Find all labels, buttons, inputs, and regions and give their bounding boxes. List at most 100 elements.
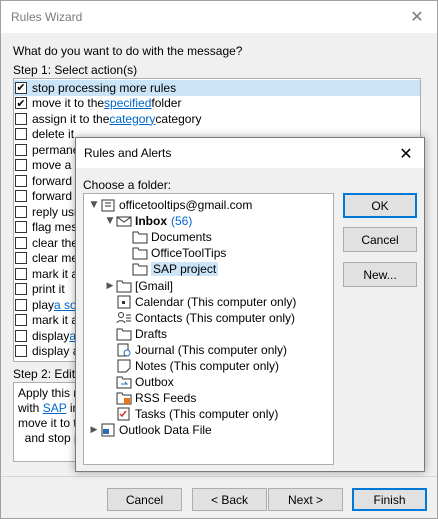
tree-node[interactable]: Contacts (This computer only) xyxy=(104,310,295,326)
rss-icon xyxy=(116,391,132,405)
tree-node-label: RSS Feeds xyxy=(135,391,197,406)
action-text: folder xyxy=(151,96,182,111)
inbox-icon xyxy=(116,214,132,228)
tree-node[interactable]: Calendar (This computer only) xyxy=(104,294,296,310)
collapsed-chevron-icon[interactable]: ▶ xyxy=(104,281,116,291)
checkbox[interactable] xyxy=(15,221,27,234)
tree-node[interactable]: SAP project xyxy=(120,261,219,277)
ok-button[interactable]: OK xyxy=(343,193,417,218)
expanded-chevron-icon[interactable]: ▼ xyxy=(104,216,116,226)
description-link[interactable]: SAP xyxy=(43,401,67,415)
description-text: with xyxy=(18,401,43,415)
tasks-icon xyxy=(116,407,132,421)
action-row[interactable]: assign it to the category category xyxy=(14,111,420,127)
finish-button[interactable]: Finish xyxy=(352,488,427,511)
tree-node[interactable]: ▶ Outlook Data File xyxy=(88,422,212,438)
choose-folder-label: Choose a folder: xyxy=(83,178,172,192)
action-text: delete it xyxy=(32,127,75,142)
action-text: forward it xyxy=(32,173,82,188)
checkbox[interactable] xyxy=(15,112,27,125)
tree-node-label: officetooltips@gmail.com xyxy=(119,198,253,212)
folder-icon xyxy=(132,230,148,244)
tree-node-label: Notes (This computer only) xyxy=(135,359,280,373)
dialog-cancel-button[interactable]: Cancel xyxy=(343,227,417,252)
action-text: display xyxy=(32,328,70,343)
checkbox-checked[interactable]: ✔ xyxy=(15,81,27,94)
journal-icon xyxy=(116,343,132,357)
action-link[interactable]: specified xyxy=(104,96,151,110)
checkbox[interactable] xyxy=(15,205,27,218)
checkbox[interactable] xyxy=(15,314,27,327)
tree-node[interactable]: ▶ [Gmail] xyxy=(104,278,173,294)
notes-icon xyxy=(116,359,132,373)
action-text: play xyxy=(32,297,55,312)
tree-node[interactable]: Tasks (This computer only) xyxy=(104,406,278,422)
tree-node-label: OfficeToolTips xyxy=(151,246,227,261)
action-row[interactable]: ✔ stop processing more rules xyxy=(14,80,420,96)
tree-node[interactable]: RSS Feeds xyxy=(104,390,196,406)
expanded-chevron-icon[interactable]: ▼ xyxy=(88,200,100,210)
description-text: move it to th xyxy=(18,416,84,430)
tree-node[interactable]: Notes (This computer only) xyxy=(104,358,279,374)
wizard-titlebar: Rules Wizard ✕ xyxy=(1,1,437,33)
checkbox[interactable] xyxy=(15,159,27,172)
tree-node[interactable]: ▼ officetooltips@gmail.com xyxy=(88,197,253,213)
tree-node-label: Contacts (This computer only) xyxy=(135,310,296,325)
checkbox-checked[interactable]: ✔ xyxy=(15,97,27,110)
dialog-titlebar: Rules and Alerts ✕ xyxy=(76,138,424,168)
dialog-close-icon[interactable]: ✕ xyxy=(394,141,418,165)
checkbox[interactable] xyxy=(15,128,27,141)
tree-node-label: [Gmail] xyxy=(135,278,174,293)
checkbox[interactable] xyxy=(15,345,27,358)
wizard-question: What do you want to do with the message? xyxy=(13,44,243,58)
checkbox[interactable] xyxy=(15,252,27,265)
tree-node-label: Outlook Data File xyxy=(119,423,212,438)
tree-node-label: Journal (This computer only) xyxy=(135,342,288,357)
contacts-icon xyxy=(116,311,132,325)
rules-and-alerts-dialog: Rules and Alerts ✕ Choose a folder: ▼ off… xyxy=(75,137,425,472)
datafile-icon xyxy=(100,423,116,437)
outbox-icon xyxy=(116,375,132,389)
step1-label: Step 1: Select action(s) xyxy=(13,63,138,77)
checkbox[interactable] xyxy=(15,236,27,249)
back-button[interactable]: < Back xyxy=(192,488,267,511)
tree-node[interactable]: OfficeToolTips xyxy=(120,245,226,261)
unread-count: (56) xyxy=(171,214,193,229)
button-separator xyxy=(1,476,437,477)
tree-node[interactable]: Documents xyxy=(120,229,212,245)
folder-tree[interactable]: ▼ officetooltips@gmail.com ▼ Inbox (56) Docum… xyxy=(83,193,334,465)
wizard-close-icon[interactable]: ✕ xyxy=(397,1,437,32)
action-text: print it xyxy=(32,282,65,297)
tree-node[interactable]: Drafts xyxy=(104,326,167,342)
tree-node-label: Calendar (This computer only) xyxy=(135,294,297,309)
checkbox[interactable] xyxy=(15,283,27,296)
tree-node[interactable]: ▼ Inbox (56) xyxy=(104,213,193,229)
tree-node[interactable]: Journal (This computer only) xyxy=(104,342,287,358)
folder-icon xyxy=(116,279,132,293)
collapsed-chevron-icon[interactable]: ▶ xyxy=(88,425,100,435)
mailbox-icon xyxy=(100,198,116,212)
folder-icon xyxy=(116,327,132,341)
checkbox[interactable] xyxy=(15,329,27,342)
action-text: assign it to the xyxy=(32,111,110,126)
checkbox[interactable] xyxy=(15,174,27,187)
checkbox[interactable] xyxy=(15,267,27,280)
action-row[interactable]: ✔ move it to the specified folder xyxy=(14,96,420,112)
next-button[interactable]: Next > xyxy=(268,488,343,511)
checkbox[interactable] xyxy=(15,143,27,156)
tree-node[interactable]: Outbox xyxy=(104,374,174,390)
tree-node-label: SAP project xyxy=(151,262,219,277)
tree-node-label: Outbox xyxy=(135,375,174,390)
action-link[interactable]: category xyxy=(109,112,155,126)
checkbox[interactable] xyxy=(15,190,27,203)
checkbox[interactable] xyxy=(15,298,27,311)
folder-icon xyxy=(132,246,148,260)
new-folder-button[interactable]: New... xyxy=(343,262,417,287)
calendar-icon xyxy=(116,295,132,309)
wizard-title: Rules Wizard xyxy=(11,10,83,24)
cancel-button[interactable]: Cancel xyxy=(107,488,182,511)
dialog-title: Rules and Alerts xyxy=(84,146,172,160)
action-text: category xyxy=(155,111,202,126)
action-text: forward it xyxy=(32,189,82,204)
folder-icon xyxy=(132,262,148,276)
